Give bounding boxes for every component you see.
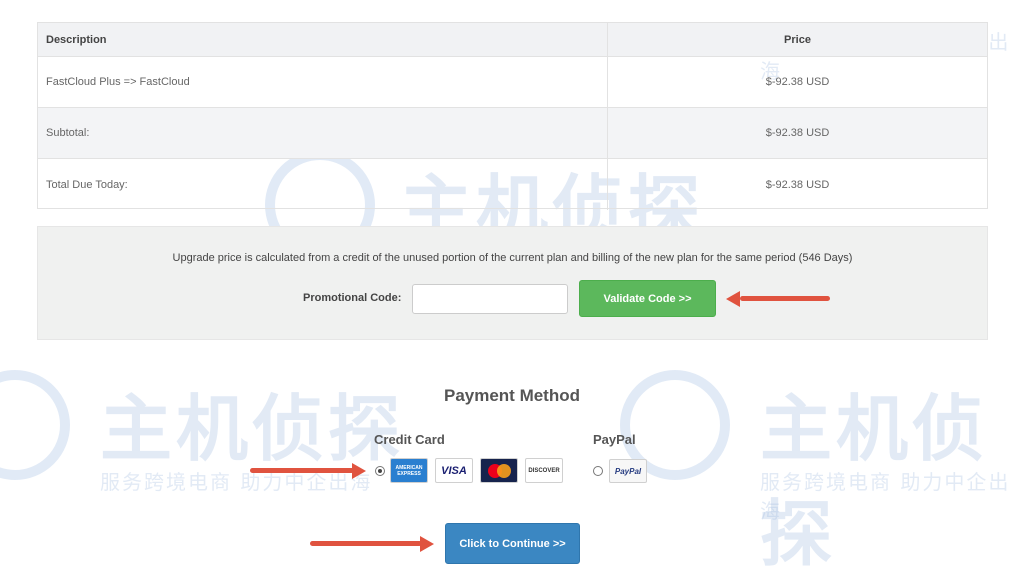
annotation-arrow-head: [420, 536, 434, 552]
order-summary-table: Description Price FastCloud Plus => Fast…: [37, 22, 988, 210]
table-row: FastCloud Plus => FastCloud $-92.38 USD: [38, 57, 987, 108]
watermark-slogan: 服务跨境电商 助力中企出海: [760, 470, 1011, 523]
amex-icon: AMERICAN EXPRESS: [390, 458, 428, 483]
annotation-arrow: [310, 541, 422, 546]
annotation-arrow: [250, 468, 354, 473]
payment-method-title: Payment Method: [443, 386, 581, 405]
total-due-value: $-92.38 USD: [765, 178, 830, 191]
mastercard-icon: [480, 458, 518, 483]
line-item-description: FastCloud Plus => FastCloud: [38, 57, 608, 107]
validate-code-button[interactable]: Validate Code >>: [579, 280, 716, 317]
promo-code-input[interactable]: [412, 284, 568, 314]
paypal-icon: PayPal: [609, 459, 647, 483]
subtotal-label: Subtotal:: [38, 108, 608, 158]
table-row: Subtotal: $-92.38 USD: [38, 108, 987, 159]
table-row: Total Due Today: $-92.38 USD: [38, 159, 987, 210]
table-header-row: Description Price: [38, 23, 987, 57]
annotation-arrow-head: [352, 463, 366, 479]
upgrade-price-note: Upgrade price is calculated from a credi…: [172, 252, 853, 264]
line-item-price: $-92.38 USD: [765, 76, 830, 88]
paypal-label: PayPal: [593, 432, 636, 447]
paypal-radio[interactable]: [593, 466, 603, 476]
price-column-header: Price: [784, 33, 811, 46]
annotation-arrow-head: [726, 291, 740, 307]
discover-icon: DISCOVER: [525, 458, 563, 483]
annotation-arrow: [740, 296, 830, 301]
credit-card-label: Credit Card: [374, 432, 445, 447]
credit-card-radio[interactable]: [375, 466, 385, 476]
promo-code-panel: Upgrade price is calculated from a credi…: [37, 226, 988, 340]
total-due-label: Total Due Today:: [38, 159, 608, 210]
subtotal-value: $-92.38 USD: [765, 127, 830, 139]
promo-code-label: Promotional Code:: [303, 292, 402, 304]
visa-icon: VISA: [435, 458, 473, 483]
description-column-header: Description: [38, 23, 608, 56]
continue-button[interactable]: Click to Continue >>: [445, 523, 580, 564]
